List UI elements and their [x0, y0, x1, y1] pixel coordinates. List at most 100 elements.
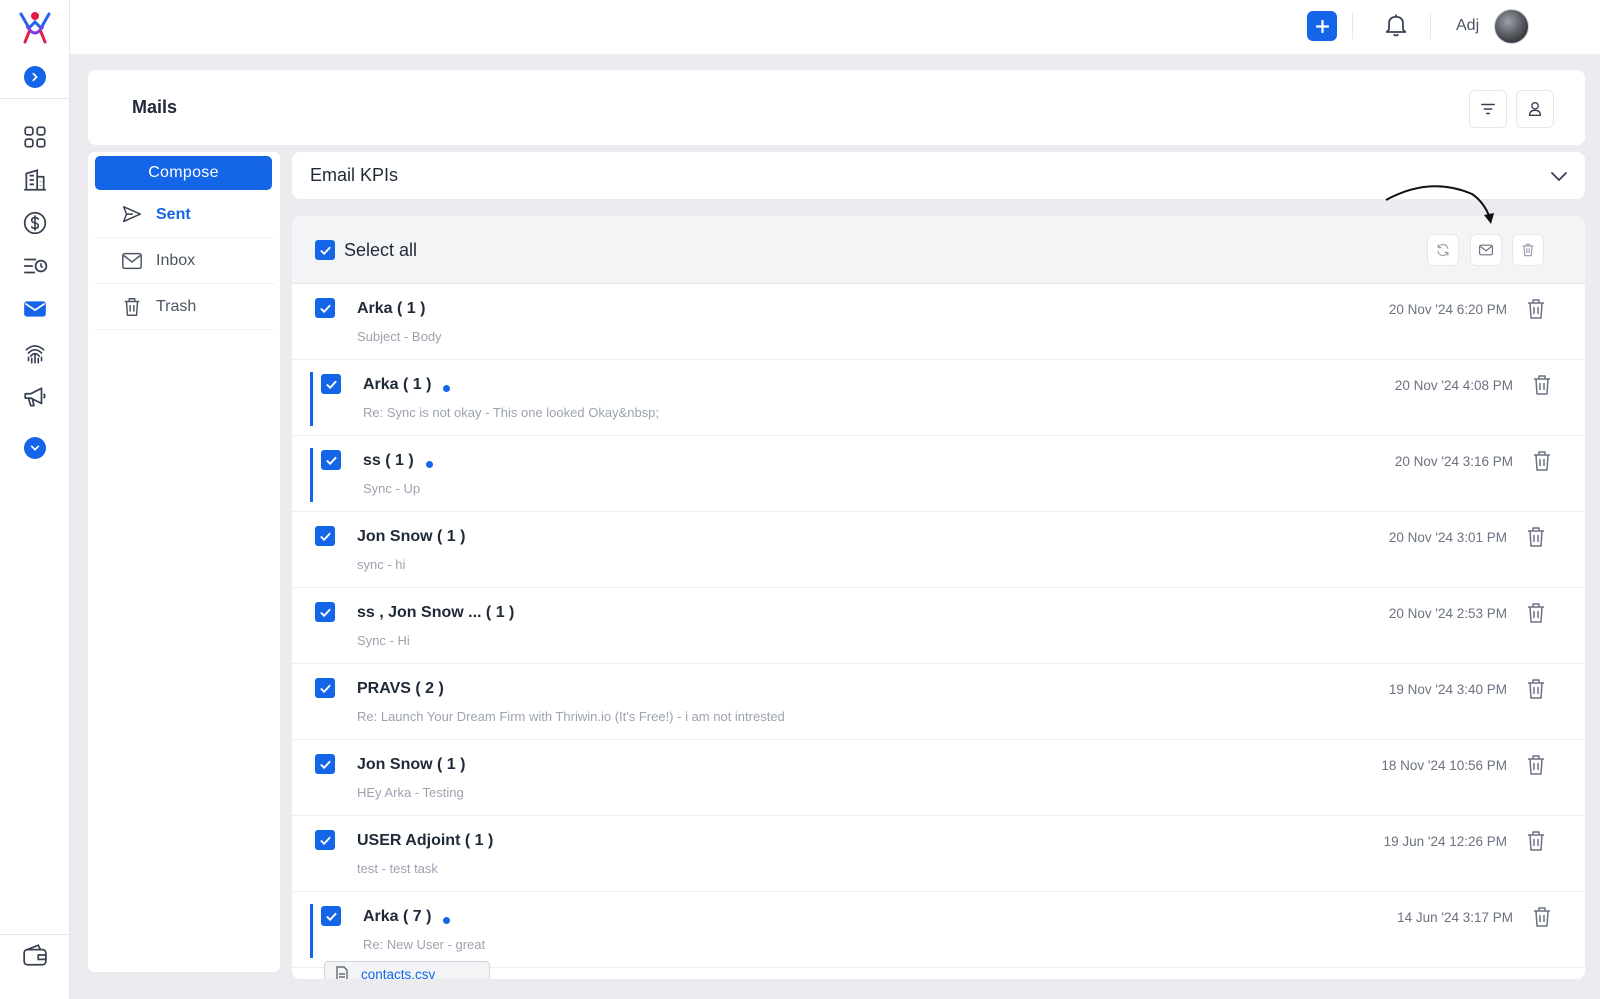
trash-icon — [1534, 375, 1550, 395]
add-button[interactable] — [1307, 11, 1337, 41]
mail-sender-text: ss ( 1 ) — [363, 452, 414, 469]
delete-mail-button[interactable] — [1531, 449, 1553, 473]
user-filter-button[interactable] — [1516, 90, 1554, 128]
mail-snippet: HEy Arka - Testing — [357, 785, 464, 800]
compose-button[interactable]: Compose — [95, 156, 272, 190]
mark-read-button[interactable] — [1470, 234, 1502, 266]
mail-sender-text: Jon Snow ( 1 ) — [357, 528, 466, 545]
delete-mail-button[interactable] — [1525, 829, 1547, 853]
refresh-icon — [1437, 243, 1449, 257]
kpi-title: Email KPIs — [310, 165, 399, 185]
page-header: Mails — [88, 70, 1585, 145]
mail-date: 20 Nov '24 4:08 PM — [1394, 378, 1513, 393]
mail-row[interactable]: USER Adjoint ( 1 ) test - test task 19 Jun… — [292, 816, 1585, 892]
mail-row-checkbox[interactable] — [321, 374, 341, 394]
chevron-down-icon[interactable] — [1547, 164, 1571, 188]
folder-trash[interactable]: Trash — [95, 284, 275, 330]
delete-mail-button[interactable] — [1531, 373, 1553, 397]
select-all-label[interactable]: Select all — [344, 240, 417, 261]
icon-rail — [0, 0, 70, 999]
folder-label: Sent — [156, 205, 191, 223]
send-icon — [120, 203, 144, 227]
mail-snippet: sync - hi — [357, 557, 406, 572]
bell-icon[interactable] — [1382, 11, 1410, 39]
delete-mail-button[interactable] — [1525, 601, 1547, 625]
mail-row[interactable]: Arka ( 1 ) Subject - Body 20 Nov '24 6:20 … — [292, 284, 1585, 360]
mail-sender: Arka ( 1 ) — [357, 300, 425, 318]
topbar-divider — [1352, 13, 1353, 39]
mail-row-checkbox[interactable] — [315, 830, 335, 850]
mail-date: 14 Jun '24 3:17 PM — [1397, 910, 1513, 925]
mail-sender: ss , Jon Snow ... ( 1 ) — [357, 604, 514, 622]
mail-sender: Jon Snow ( 1 ) — [357, 756, 465, 774]
mail-sender: ss ( 1 ) — [363, 452, 433, 470]
mail-snippet: Re: New User - great — [363, 937, 486, 952]
mail-sender-text: Arka ( 7 ) — [363, 908, 432, 925]
collapse-icon[interactable] — [24, 437, 46, 459]
mail-row[interactable]: Jon Snow ( 1 ) HEy Arka - Testing 18 Nov '… — [292, 740, 1585, 816]
filter-button[interactable] — [1469, 90, 1507, 128]
mail-row[interactable]: ss ( 1 ) Sync - Up 20 Nov '24 3:16 PM — [292, 436, 1585, 512]
trash-icon — [1528, 755, 1544, 775]
mail-row-checkbox[interactable] — [315, 526, 335, 546]
mail-row-checkbox[interactable] — [315, 602, 335, 622]
mail-sender-text: Jon Snow ( 1 ) — [357, 756, 466, 773]
mail-folder-nav: Compose Sent Inbox Trash — [88, 152, 280, 972]
attachment-name: contacts.csv — [361, 966, 436, 980]
select-all-checkbox[interactable] — [315, 240, 335, 260]
expand-icon[interactable] — [24, 66, 46, 88]
mail-icon[interactable] — [22, 296, 48, 322]
delete-mail-button[interactable] — [1531, 905, 1553, 929]
mail-row-checkbox[interactable] — [321, 906, 341, 926]
mail-row-checkbox[interactable] — [315, 298, 335, 318]
mail-row[interactable]: Arka ( 1 ) Re: Sync is not okay - This on… — [292, 360, 1585, 436]
unread-dot — [443, 384, 451, 392]
refresh-button[interactable] — [1427, 234, 1459, 266]
mail-sender-text: ss , Jon Snow ... ( 1 ) — [357, 604, 515, 621]
mail-row[interactable]: Arka ( 7 ) Re: New User - great 14 Jun '24… — [292, 892, 1585, 968]
mail-row[interactable]: Jon Snow ( 1 ) sync - hi 20 Nov '24 3:01 P… — [292, 512, 1585, 588]
mail-row[interactable]: PRAVS ( 2 ) Re: Launch Your Dream Firm wi… — [292, 664, 1585, 740]
folder-sent[interactable]: Sent — [95, 192, 275, 238]
mail-snippet: Re: Launch Your Dream Firm with Thriwin.… — [357, 709, 785, 724]
unread-dot — [425, 460, 433, 468]
bulk-delete-button[interactable] — [1512, 234, 1544, 266]
fingerprint-icon[interactable] — [22, 340, 48, 366]
megaphone-icon[interactable] — [22, 384, 48, 410]
mail-sender: Arka ( 7 ) — [363, 908, 451, 926]
delete-mail-button[interactable] — [1525, 677, 1547, 701]
mail-date: 19 Nov '24 3:40 PM — [1388, 682, 1507, 697]
inbox-icon — [120, 249, 144, 273]
filter-icon — [1480, 103, 1496, 115]
folder-inbox[interactable]: Inbox — [95, 238, 275, 284]
dashboard-grid-icon[interactable] — [22, 124, 48, 150]
mail-date: 18 Nov '24 10:56 PM — [1381, 758, 1507, 773]
logo-icon[interactable] — [17, 10, 53, 44]
task-list-clock-icon[interactable] — [22, 253, 48, 279]
mail-sender-text: USER Adjoint ( 1 ) — [357, 832, 494, 849]
mail-date: 20 Nov '24 3:16 PM — [1394, 454, 1513, 469]
mail-row[interactable]: ss , Jon Snow ... ( 1 ) Sync - Hi 20 Nov '… — [292, 588, 1585, 664]
delete-mail-button[interactable] — [1525, 753, 1547, 777]
mail-row-checkbox[interactable] — [321, 450, 341, 470]
mail-snippet: test - test task — [357, 861, 438, 876]
trash-icon — [1534, 907, 1550, 927]
mail-date: 20 Nov '24 6:20 PM — [1388, 302, 1507, 317]
trash-icon — [1528, 831, 1544, 851]
mail-row-checkbox[interactable] — [315, 754, 335, 774]
delete-mail-button[interactable] — [1525, 525, 1547, 549]
mail-sender: PRAVS ( 2 ) — [357, 680, 444, 698]
user-name[interactable]: Adj — [1456, 17, 1479, 35]
wallet-icon[interactable] — [22, 942, 48, 968]
building-icon[interactable] — [22, 167, 48, 193]
folder-label: Trash — [156, 297, 197, 315]
mail-snippet: Sync - Hi — [357, 633, 410, 648]
avatar[interactable] — [1494, 9, 1529, 44]
mail-row-checkbox[interactable] — [315, 678, 335, 698]
mail-list-panel: Select all Arka ( 1 ) Subject - Body 20 No… — [292, 216, 1585, 979]
mail-sender-text: Arka ( 1 ) — [363, 376, 432, 393]
attachment-chip[interactable]: contacts.csv — [324, 961, 490, 979]
trash-icon — [1528, 299, 1544, 319]
delete-mail-button[interactable] — [1525, 297, 1547, 321]
dollar-icon[interactable] — [22, 210, 48, 236]
